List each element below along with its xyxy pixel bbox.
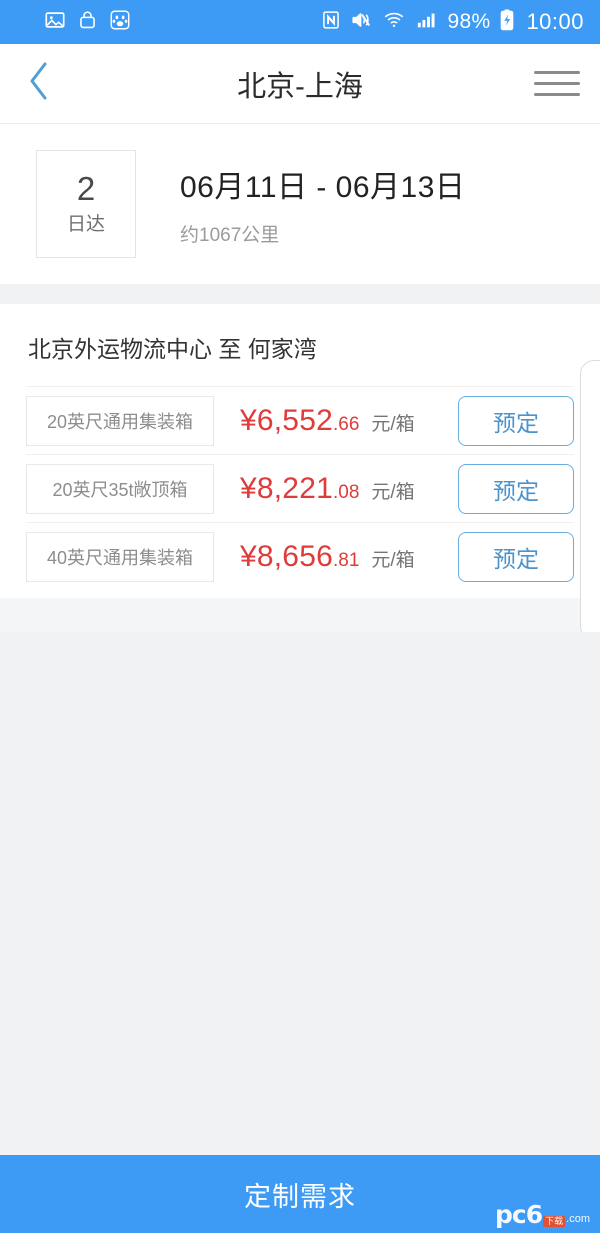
battery-percent-label: 98% [447,10,491,33]
container-type-label: 40英尺通用集装箱 [26,531,214,582]
custom-request-bar[interactable]: 定制需求 pc6 下载 .com [0,1155,600,1233]
empty-content-area [0,632,600,1155]
price-block: ¥6,552 .66 元/箱 [240,404,415,438]
signal-icon [415,9,439,36]
watermark-badge: 下载 [543,1216,566,1227]
site-watermark: pc6 下载 .com [495,1202,590,1227]
delivery-days-box: 2 日达 [36,150,136,258]
price-integer: ¥8,656 [240,539,333,573]
book-button[interactable]: 预定 [458,395,574,446]
watermark-name: pc6 [495,1200,543,1229]
table-row: 40英尺通用集装箱 ¥8,656 .81 元/箱 预定 [26,522,574,590]
date-range-label: 06月11日 - 06月13日 [180,170,466,204]
next-card-peek[interactable] [580,360,600,640]
hamburger-menu-icon[interactable] [514,44,600,124]
back-button[interactable] [0,44,78,124]
route-label: 北京外运物流中心 至 何家湾 [28,336,317,362]
menu-line [534,82,580,85]
container-type-label: 20英尺35t敞顶箱 [26,463,214,514]
price-list-card: 北京外运物流中心 至 何家湾 20英尺通用集装箱 ¥6,552 .66 元/箱 … [0,304,600,640]
lock-bag-icon [77,9,98,36]
status-bar-system-icons: 98% 10:00 [321,8,585,37]
page-title: 北京-上海 [237,70,363,103]
price-decimal: .81 [332,549,360,571]
price-decimal: .08 [332,481,360,503]
book-button[interactable]: 预定 [458,463,574,514]
price-unit-label: 元/箱 [371,549,415,571]
custom-request-label: 定制需求 [244,1181,356,1212]
battery-charging-icon [499,8,515,37]
paw-icon [109,9,131,36]
navigation-bar: 北京-上海 [0,44,600,124]
trip-date-block: 06月11日 - 06月13日 约1067公里 [180,162,465,247]
trip-summary-card: 2 日达 06月11日 - 06月13日 约1067公里 [0,124,600,284]
price-integer: ¥6,552 [240,403,333,437]
mute-icon [350,9,373,36]
watermark-suffix: .com [566,1212,590,1225]
distance-label: 约1067公里 [180,224,280,246]
app-screen: 98% 10:00 北京-上海 2 日达 06月11日 - 06月13日 约10… [0,0,600,1233]
wifi-icon [382,9,406,36]
price-block: ¥8,221 .08 元/箱 [240,472,415,506]
chevron-left-icon [26,59,52,108]
price-block: ¥8,656 .81 元/箱 [240,540,415,574]
price-unit-label: 元/箱 [371,413,415,435]
delivery-days-number: 2 [76,170,96,207]
status-bar-notification-icons [44,9,131,36]
price-decimal: .66 [332,413,360,435]
table-row: 20英尺35t敞顶箱 ¥8,221 .08 元/箱 预定 [26,454,574,522]
menu-line [534,93,580,96]
container-type-label: 20英尺通用集装箱 [26,395,214,446]
status-bar: 98% 10:00 [0,0,600,44]
price-integer: ¥8,221 [240,471,333,505]
section-divider [0,284,600,304]
table-row: 20英尺通用集装箱 ¥6,552 .66 元/箱 预定 [26,386,574,454]
price-unit-label: 元/箱 [371,481,415,503]
image-icon [44,9,66,36]
book-button[interactable]: 预定 [458,531,574,582]
clock-label: 10:00 [526,9,584,34]
nfc-icon [321,9,341,36]
delivery-days-label: 日达 [66,214,105,235]
menu-line [534,71,580,74]
